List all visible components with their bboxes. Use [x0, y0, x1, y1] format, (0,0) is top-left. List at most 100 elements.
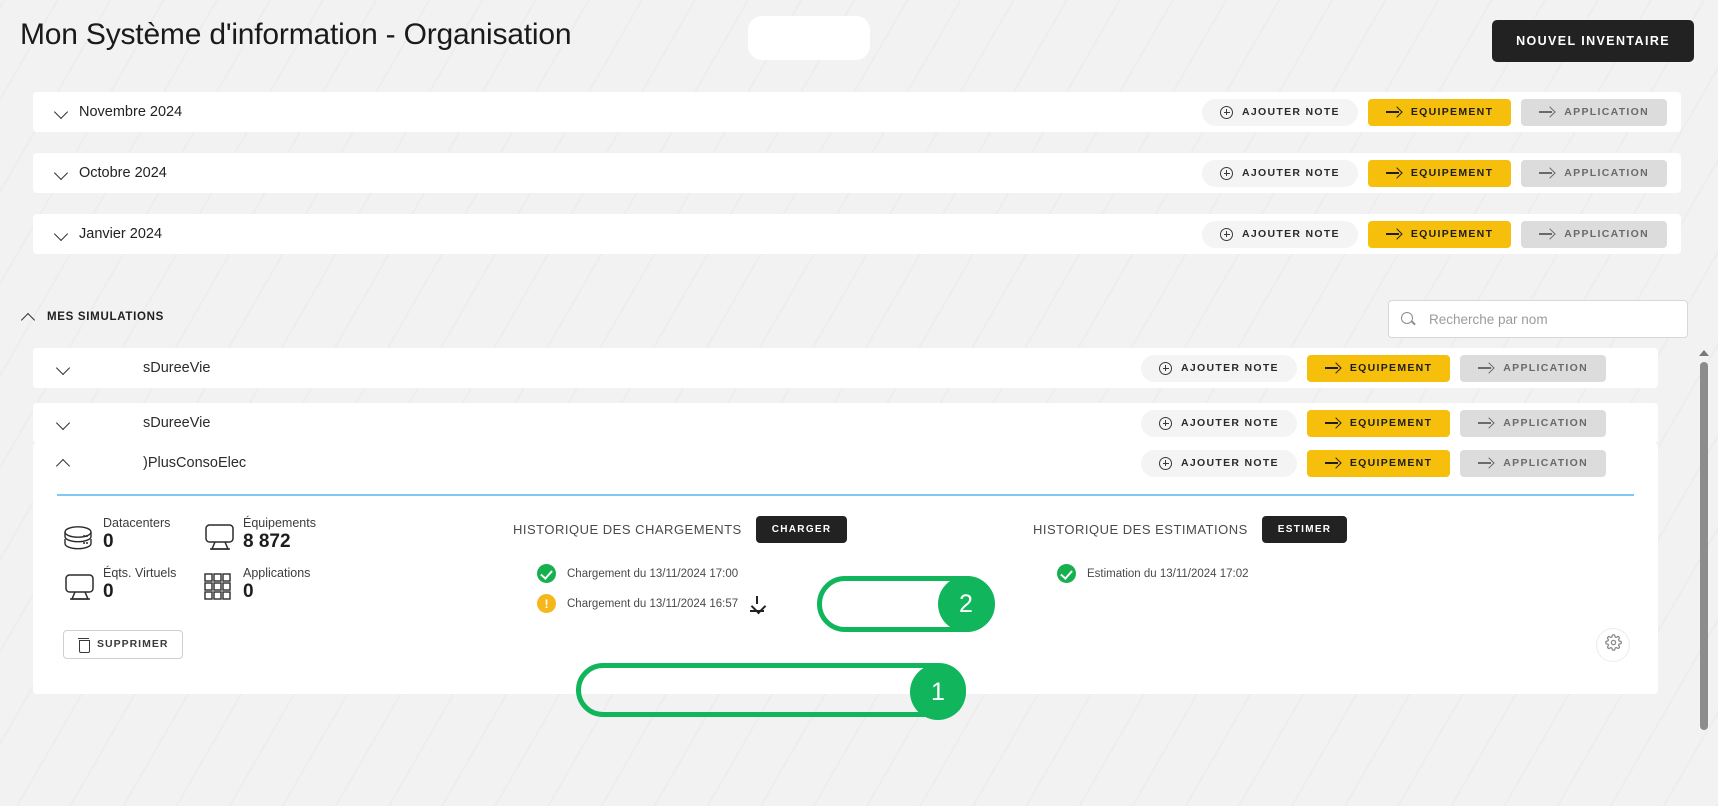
equipment-button[interactable]: EQUIPEMENT — [1367, 159, 1512, 187]
plus-circle-icon — [1159, 361, 1172, 375]
equipment-button[interactable]: EQUIPEMENT — [1367, 220, 1512, 248]
application-label: APPLICATION — [1503, 457, 1588, 469]
simulations-scrollbar[interactable] — [1697, 350, 1710, 736]
application-button[interactable]: APPLICATION — [1460, 354, 1606, 382]
loading-history-item[interactable]: Chargement du 13/11/2024 16:57 — [513, 589, 983, 619]
simulation-row[interactable]: sDureeVie AJOUTER NOTE EQUIPEMENT APPLIC… — [33, 348, 1658, 388]
application-label: APPLICATION — [1564, 106, 1649, 118]
loading-history-panel: HISTORIQUE DES CHARGEMENTS CHARGER Charg… — [513, 515, 983, 676]
download-icon[interactable] — [749, 595, 765, 612]
chevron-down-icon[interactable] — [55, 166, 69, 180]
simulations-section-header[interactable]: MES SIMULATIONS — [22, 310, 164, 324]
inventory-label: Octobre 2024 — [79, 165, 167, 181]
plus-circle-icon — [1159, 456, 1172, 470]
equipment-icon — [203, 520, 237, 558]
applications-icon — [203, 570, 237, 608]
inventory-row[interactable]: Janvier 2024 AJOUTER NOTE EQUIPEMENT APP… — [33, 214, 1681, 254]
add-note-label: AJOUTER NOTE — [1242, 167, 1340, 179]
plus-circle-icon — [1220, 166, 1233, 180]
application-label: APPLICATION — [1564, 228, 1649, 240]
stat-value: 0 — [103, 580, 114, 602]
loading-history-header: HISTORIQUE DES CHARGEMENTS CHARGER — [513, 515, 983, 543]
stat-virtual-equipments: Éqts. Virtuels 0 — [63, 566, 203, 608]
simulation-detail-body: Datacenters 0 Équipements 8 872 Éqts. Vi… — [33, 496, 1658, 676]
simulation-row[interactable]: sDureeVie AJOUTER NOTE EQUIPEMENT APPLIC… — [33, 403, 1658, 443]
trash-icon — [78, 637, 90, 653]
add-note-label: AJOUTER NOTE — [1181, 417, 1279, 429]
chevron-down-icon[interactable] — [55, 227, 69, 241]
equipment-button[interactable]: EQUIPEMENT — [1306, 354, 1451, 382]
estimation-history-title: HISTORIQUE DES ESTIMATIONS — [1033, 521, 1248, 537]
settings-gear-button[interactable] — [1596, 627, 1630, 662]
arrow-right-icon — [1539, 107, 1555, 117]
stat-applications: Applications 0 — [203, 566, 343, 608]
scrollbar-thumb[interactable] — [1699, 362, 1708, 730]
equipment-label: EQUIPEMENT — [1349, 457, 1433, 469]
inventory-label: Novembre 2024 — [79, 104, 183, 120]
application-label: APPLICATION — [1503, 417, 1588, 429]
stat-label: Applications — [243, 565, 311, 580]
application-button[interactable]: APPLICATION — [1521, 159, 1667, 187]
arrow-right-icon — [1539, 168, 1555, 178]
inventory-row-actions: AJOUTER NOTE EQUIPEMENT APPLICATION — [1202, 159, 1681, 187]
arrow-right-icon — [1385, 107, 1402, 117]
arrow-right-icon — [1478, 363, 1494, 373]
stat-value: 8 872 — [243, 530, 291, 552]
application-button[interactable]: APPLICATION — [1521, 98, 1667, 126]
status-ok-icon — [1057, 564, 1076, 583]
stat-value: 0 — [103, 530, 114, 552]
stat-value: 0 — [243, 580, 254, 602]
delete-simulation-button[interactable]: SUPPRIMER — [63, 629, 184, 659]
application-button[interactable]: APPLICATION — [1521, 220, 1667, 248]
application-label: APPLICATION — [1503, 362, 1588, 374]
loading-history-item[interactable]: Chargement du 13/11/2024 17:00 — [513, 559, 983, 589]
add-note-button[interactable]: AJOUTER NOTE — [1141, 449, 1297, 477]
chevron-up-icon[interactable] — [57, 456, 71, 470]
chevron-down-icon[interactable] — [55, 105, 69, 119]
search-input[interactable] — [1427, 310, 1675, 328]
arrow-right-icon — [1385, 229, 1402, 239]
plus-circle-icon — [1220, 105, 1233, 119]
page-title: Mon Système d'information - Organisation — [20, 18, 572, 51]
equipment-button[interactable]: EQUIPEMENT — [1367, 98, 1512, 126]
stat-label: Éqts. Virtuels — [103, 565, 177, 580]
chevron-down-icon[interactable] — [57, 416, 71, 430]
simulations-search-box[interactable] — [1388, 300, 1688, 338]
charger-button[interactable]: CHARGER — [755, 515, 848, 543]
inventory-row-actions: AJOUTER NOTE EQUIPEMENT APPLICATION — [1202, 220, 1681, 248]
stat-grid: Datacenters 0 Équipements 8 872 Éqts. Vi… — [63, 516, 393, 616]
equipment-button[interactable]: EQUIPEMENT — [1306, 449, 1451, 477]
new-inventory-button[interactable]: NOUVEL INVENTAIRE — [1492, 20, 1694, 62]
inventory-row[interactable]: Novembre 2024 AJOUTER NOTE EQUIPEMENT AP… — [33, 92, 1681, 132]
arrow-right-icon — [1324, 458, 1341, 468]
add-note-button[interactable]: AJOUTER NOTE — [1141, 354, 1297, 382]
estimation-history-item[interactable]: Estimation du 13/11/2024 17:02 — [1033, 559, 1503, 589]
chevron-up-icon[interactable] — [22, 310, 36, 324]
arrow-right-icon — [1478, 458, 1494, 468]
simulation-name: sDureeVie — [143, 415, 211, 431]
add-note-button[interactable]: AJOUTER NOTE — [1202, 159, 1358, 187]
add-note-label: AJOUTER NOTE — [1181, 362, 1279, 374]
estimation-history-panel: HISTORIQUE DES ESTIMATIONS ESTIMER Estim… — [1033, 515, 1503, 676]
application-button[interactable]: APPLICATION — [1460, 409, 1606, 437]
stat-label: Datacenters — [103, 515, 171, 530]
arrow-right-icon — [1478, 418, 1494, 428]
plus-circle-icon — [1159, 416, 1172, 430]
add-note-button[interactable]: AJOUTER NOTE — [1202, 98, 1358, 126]
add-note-button[interactable]: AJOUTER NOTE — [1141, 409, 1297, 437]
equipment-label: EQUIPEMENT — [1349, 362, 1433, 374]
stat-label: Équipements — [243, 515, 316, 530]
equipment-button[interactable]: EQUIPEMENT — [1306, 409, 1451, 437]
inventory-row[interactable]: Octobre 2024 AJOUTER NOTE EQUIPEMENT APP… — [33, 153, 1681, 193]
search-icon — [1401, 311, 1416, 327]
stat-text: Datacenters 0 — [103, 516, 170, 553]
chevron-down-icon[interactable] — [57, 361, 71, 375]
simulation-row[interactable]: )PlusConsoElec AJOUTER NOTE EQUIPEMENT A… — [33, 443, 1658, 483]
simulation-detail-card: )PlusConsoElec AJOUTER NOTE EQUIPEMENT A… — [33, 443, 1658, 694]
application-button[interactable]: APPLICATION — [1460, 449, 1606, 477]
equipment-label: EQUIPEMENT — [1349, 417, 1433, 429]
add-note-button[interactable]: AJOUTER NOTE — [1202, 220, 1358, 248]
scroll-up-arrow-icon[interactable] — [1699, 350, 1709, 356]
estimer-button[interactable]: ESTIMER — [1261, 515, 1348, 543]
loading-history-item-label: Chargement du 13/11/2024 17:00 — [567, 567, 739, 580]
